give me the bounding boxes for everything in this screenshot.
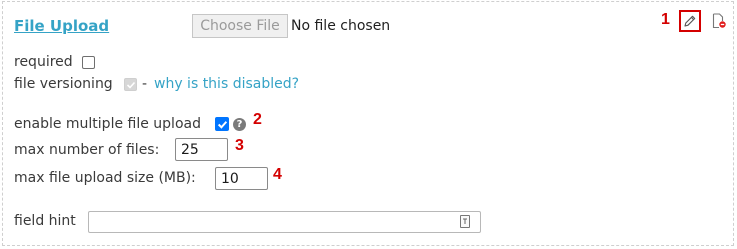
field-title-link[interactable]: File Upload (14, 17, 109, 35)
max-size-label: max file upload size (MB): (14, 170, 196, 186)
max-files-label: max number of files: (14, 142, 160, 158)
question-icon[interactable]: ? (233, 118, 246, 131)
pencil-icon (684, 15, 696, 27)
no-file-text: No file chosen (291, 18, 391, 34)
field-hint-input[interactable] (88, 211, 481, 233)
field-hint-label: field hint (14, 213, 76, 229)
max-size-input[interactable] (215, 167, 268, 190)
file-upload-field-panel: File Upload Choose File No file chosen 1… (2, 1, 734, 246)
file-versioning-label: file versioning (14, 76, 113, 92)
callout-2: 2 (253, 111, 262, 128)
text-field-icon (460, 215, 470, 228)
checkmark-icon (126, 81, 135, 89)
multiple-upload-checkbox[interactable] (215, 117, 229, 131)
max-files-input[interactable] (175, 138, 228, 161)
callout-1: 1 (661, 11, 670, 28)
remove-document-icon[interactable] (712, 13, 726, 29)
why-disabled-link[interactable]: why is this disabled? (154, 76, 299, 92)
multiple-upload-label: enable multiple file upload (14, 116, 201, 132)
checkmark-icon (217, 120, 227, 129)
edit-button[interactable] (679, 10, 701, 32)
callout-4: 4 (273, 166, 282, 183)
versioning-separator: - (142, 76, 148, 92)
callout-3: 3 (235, 137, 244, 154)
file-versioning-checkbox (124, 78, 137, 91)
required-label: required (14, 54, 73, 70)
choose-file-button[interactable]: Choose File (192, 14, 288, 38)
required-checkbox[interactable] (82, 56, 95, 69)
